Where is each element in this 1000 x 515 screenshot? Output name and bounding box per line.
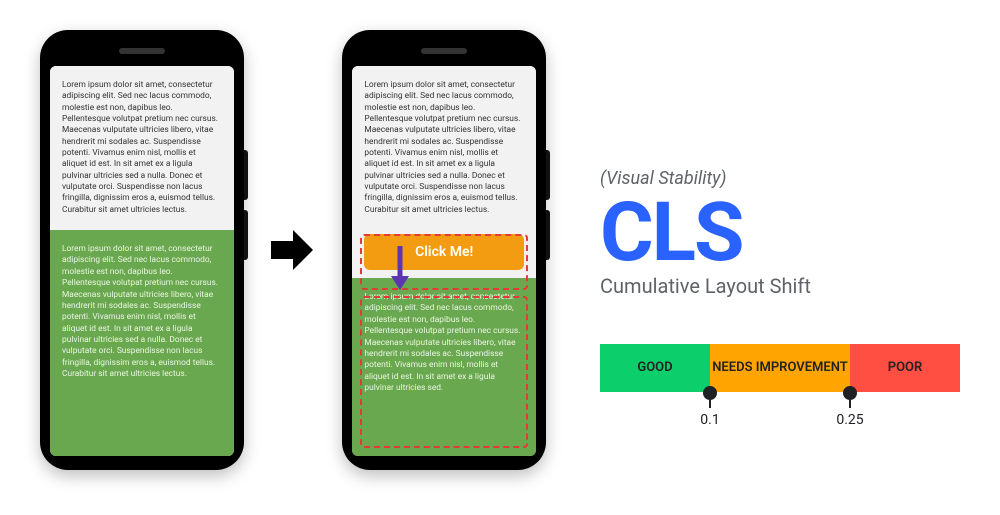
before-paragraph-2: Lorem ipsum dolor sit amet, consectetur …: [50, 230, 234, 456]
metric-fullname: Cumulative Layout Shift: [600, 274, 960, 298]
threshold-value-1: 0.1: [700, 412, 719, 428]
threshold-marker-1-icon: [703, 386, 717, 400]
phone-after-screen: Lorem ipsum dolor sit amet, consectetur …: [352, 66, 536, 456]
after-paragraph-1: Lorem ipsum dolor sit amet, consectetur …: [352, 66, 536, 224]
threshold-value-2: 0.25: [836, 412, 863, 428]
metric-abbr: CLS: [600, 195, 960, 273]
threshold-marker-2-icon: [843, 386, 857, 400]
shift-region-before-icon: [360, 234, 528, 290]
scale-good: GOOD: [600, 344, 710, 392]
phone-after: Lorem ipsum dolor sit amet, consectetur …: [342, 30, 546, 470]
scale-poor: POOR: [850, 344, 960, 392]
metric-panel: (Visual Stability) CLS Cumulative Layout…: [570, 108, 960, 393]
diagram-stage: Lorem ipsum dolor sit amet, consectetur …: [0, 0, 1000, 500]
phone-before: Lorem ipsum dolor sit amet, consectetur …: [40, 30, 244, 470]
cls-threshold-scale: GOOD NEEDS IMPROVEMENT POOR 0.1 0.25: [600, 344, 960, 392]
before-paragraph-1: Lorem ipsum dolor sit amet, consectetur …: [50, 66, 234, 230]
phone-before-screen: Lorem ipsum dolor sit amet, consectetur …: [50, 66, 234, 456]
scale-needs-improvement: NEEDS IMPROVEMENT: [710, 344, 850, 392]
shift-region-after-icon: [360, 296, 528, 448]
